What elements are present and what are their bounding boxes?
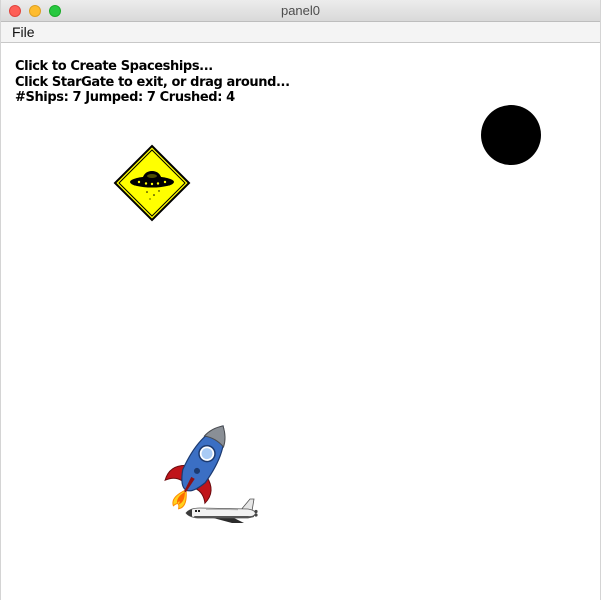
space-canvas[interactable]: Click to Create Spaceships... Click Star… [1,43,600,600]
menu-bar: File [1,22,600,43]
shuttle-icon[interactable] [182,497,262,529]
ufo-sign-icon[interactable] [113,144,191,222]
menu-file[interactable]: File [10,24,37,40]
title-bar[interactable]: panel0 [1,0,600,22]
ship-stats: #Ships: 7 Jumped: 7 Crushed: 4 [15,90,235,105]
instruction-create: Click to Create Spaceships... [15,59,213,74]
stargate-icon[interactable] [480,104,542,166]
instruction-stargate: Click StarGate to exit, or drag around..… [15,75,290,90]
window-title: panel0 [280,3,321,18]
app-window: panel0 File Click to Create Spaceships..… [0,0,601,600]
